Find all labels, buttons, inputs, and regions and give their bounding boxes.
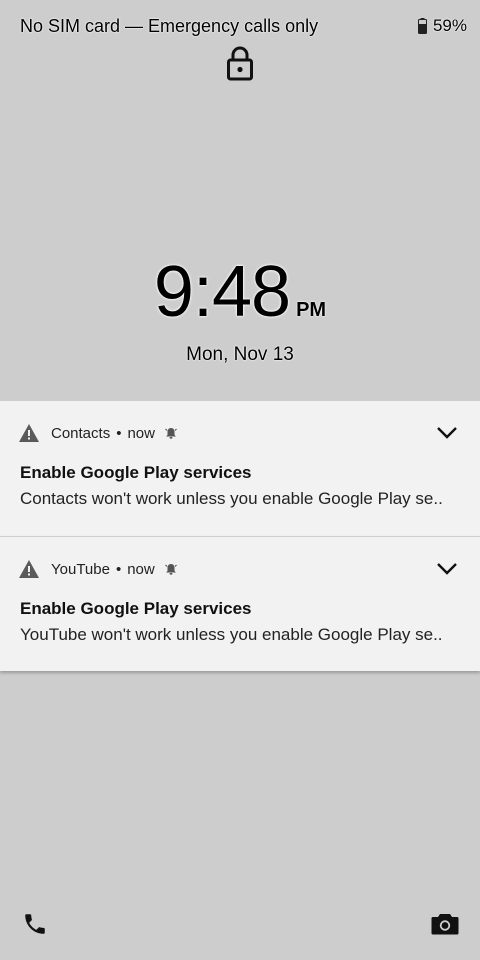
notification-header: Contacts • now [18, 422, 178, 444]
clock-ampm: PM [296, 299, 327, 321]
header-separator: • [115, 560, 122, 578]
notification-youtube[interactable]: YouTube • now Enable Google Play service… [0, 536, 480, 671]
notification-contacts[interactable]: Contacts • now Enable Google Play servic… [0, 401, 480, 536]
warning-icon [18, 423, 40, 443]
notification-time: now [127, 560, 155, 578]
alert-bell-icon [164, 426, 178, 440]
lockscreen-date: Mon, Nov 13 [186, 344, 294, 365]
notification-app-name: Contacts [51, 424, 111, 442]
chevron-down-icon[interactable] [436, 425, 458, 441]
clock-time: 9:48 [153, 252, 291, 332]
notification-app-name: YouTube [51, 560, 110, 578]
notification-time: now [127, 424, 155, 442]
lock-icon [225, 44, 255, 82]
warning-icon [18, 559, 40, 579]
notification-body: Contacts won't work unless you enable Go… [20, 489, 443, 508]
camera-icon[interactable] [431, 912, 459, 936]
phone-icon[interactable] [22, 911, 48, 937]
header-separator: • [116, 424, 122, 442]
notification-list: Contacts • now Enable Google Play servic… [0, 401, 480, 671]
battery-status: 59% [417, 16, 467, 36]
carrier-status-text: No SIM card — Emergency calls only [20, 16, 319, 36]
notification-header: YouTube • now [18, 558, 178, 580]
notification-title: Enable Google Play services [20, 463, 252, 482]
notification-title: Enable Google Play services [20, 599, 252, 618]
lockscreen-clock: 9:48 PM [0, 252, 480, 332]
notification-body: YouTube won't work unless you enable Goo… [20, 625, 443, 644]
chevron-down-icon[interactable] [436, 561, 458, 577]
battery-icon [417, 18, 427, 34]
alert-bell-icon [164, 562, 178, 576]
battery-percentage: 59% [432, 16, 467, 35]
